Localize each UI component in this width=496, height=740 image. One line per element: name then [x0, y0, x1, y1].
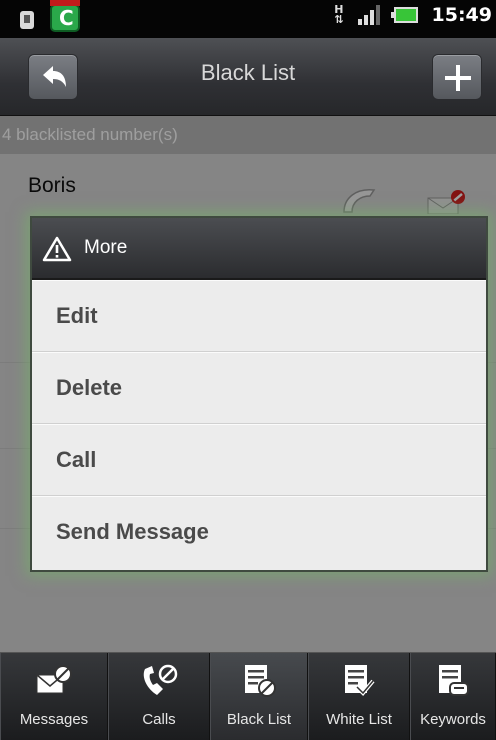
tab-messages[interactable]: Messages — [0, 653, 108, 740]
tab-white-list[interactable]: White List — [308, 653, 410, 740]
warning-icon — [42, 236, 72, 262]
signal-icon — [357, 5, 380, 25]
white-list-icon — [345, 665, 375, 696]
menu-item-send-message[interactable]: Send Message — [32, 496, 486, 568]
calls-blocked-icon — [143, 664, 178, 695]
tab-label: White List — [326, 711, 392, 728]
system-indicators: H ⇅ 15:49 — [334, 4, 492, 26]
page-title: Black List — [200, 60, 296, 85]
network-type-label: H — [334, 3, 344, 16]
context-menu: Edit Delete Call Send Message — [32, 280, 486, 568]
menu-item-call[interactable]: Call — [32, 424, 486, 496]
status-clock: 15:49 — [431, 4, 492, 26]
battery-icon — [390, 7, 418, 23]
tab-label: Black List — [226, 711, 292, 728]
dialog-header: More — [32, 218, 486, 280]
black-list-icon — [245, 665, 276, 697]
tab-keywords[interactable]: Keywords — [410, 653, 496, 740]
more-dialog: More Edit Delete Call Send Message — [30, 216, 488, 572]
plus-icon — [445, 65, 471, 91]
status-bar: H⇅ 15:49 — [0, 0, 496, 38]
tab-label: Calls — [142, 711, 176, 728]
bottom-tab-bar: Messages Calls Black List White List Key… — [0, 652, 496, 740]
keywords-icon — [439, 665, 469, 696]
tab-label: Keywords — [420, 711, 486, 728]
menu-item-edit[interactable]: Edit — [32, 280, 486, 352]
notification-icons — [18, 0, 80, 32]
dialog-title: More — [84, 237, 128, 258]
messages-blocked-icon — [36, 665, 72, 694]
debug-icon — [18, 7, 36, 31]
app-notification-icon — [50, 0, 80, 32]
tab-calls[interactable]: Calls — [108, 653, 210, 740]
tab-label: Messages — [19, 711, 89, 728]
add-button[interactable] — [432, 54, 482, 100]
title-bar: Black List — [0, 38, 496, 116]
tab-black-list[interactable]: Black List — [210, 653, 308, 740]
menu-item-delete[interactable]: Delete — [32, 352, 486, 424]
network-h-icon: H ⇅ — [334, 3, 344, 26]
